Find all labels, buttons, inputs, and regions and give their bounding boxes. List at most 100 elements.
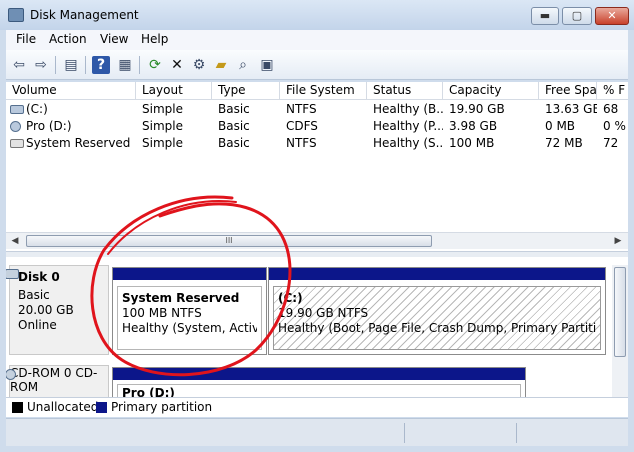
cell-layout: Simple [142, 136, 183, 150]
cell-percent-free: 72 [603, 136, 619, 150]
cell-volume: (C:) [26, 102, 48, 116]
status-bar [6, 418, 628, 446]
menu-help[interactable]: Help [141, 32, 168, 46]
cell-free-space: 13.63 GB [545, 102, 597, 116]
partition-body: Pro (D:) [117, 384, 521, 397]
cdrom-0-label[interactable]: CD-ROM 0 CD-ROM [6, 365, 109, 397]
help-icon[interactable]: ? [92, 56, 110, 74]
column-header-file-system[interactable]: File System [280, 82, 367, 100]
title-bar: Disk Management ▬ ▢ ✕ [0, 0, 634, 30]
partition-status: Healthy (Boot, Page File, Crash Dump, Pr… [278, 321, 596, 335]
scroll-left-icon[interactable]: ◀ [9, 235, 21, 247]
cell-capacity: 3.98 GB [449, 119, 498, 133]
partition-system-reserved[interactable]: System Reserved 100 MB NTFS Healthy (Sys… [112, 267, 267, 355]
vertical-scroll-thumb[interactable] [614, 267, 626, 357]
maximize-button[interactable]: ▢ [562, 7, 592, 25]
cell-file-system: NTFS [286, 136, 317, 150]
horizontal-scroll-thumb[interactable]: III [26, 235, 432, 247]
disk-0-state: Online [18, 318, 57, 332]
cell-file-system: NTFS [286, 102, 317, 116]
table-row[interactable]: Pro (D:) Simple Basic CDFS Healthy (P...… [6, 118, 628, 135]
cell-capacity: 100 MB [449, 136, 495, 150]
menu-file[interactable]: File [16, 32, 36, 46]
column-header-free-space[interactable]: Free Spa... [539, 82, 597, 100]
cell-volume: System Reserved [26, 136, 131, 150]
partition-title: Pro (D:) [122, 386, 175, 397]
legend: Unallocated Primary partition [6, 397, 628, 417]
column-header-capacity[interactable]: Capacity [443, 82, 539, 100]
status-separator [516, 423, 517, 443]
disk-0-type: Basic [18, 288, 50, 302]
disk-graphical-view: Disk 0 Basic 20.00 GB Online System Rese… [6, 257, 628, 397]
partition-type-bar [113, 368, 525, 380]
cell-type: Basic [218, 119, 250, 133]
scroll-right-icon[interactable]: ▶ [612, 235, 624, 247]
column-header-status[interactable]: Status [367, 82, 443, 100]
export-icon[interactable]: ▣ [258, 56, 276, 74]
menu-view[interactable]: View [100, 32, 128, 46]
partition-size: 19.90 GB NTFS [278, 306, 369, 320]
menu-action[interactable]: Action [49, 32, 87, 46]
partition-status: Healthy (System, Active, Pr [122, 321, 257, 335]
close-button[interactable]: ✕ [595, 7, 629, 25]
search-icon[interactable]: ⌕ [234, 56, 252, 74]
cell-layout: Simple [142, 119, 183, 133]
cell-file-system: CDFS [286, 119, 318, 133]
cell-type: Basic [218, 102, 250, 116]
volume-list: Volume Layout Type File System Status Ca… [6, 82, 628, 252]
column-header-type[interactable]: Type [212, 82, 280, 100]
disk-management-window: Disk Management ▬ ▢ ✕ File Action View H… [0, 0, 634, 452]
partition-title: (C:) [278, 291, 303, 305]
column-header-volume[interactable]: Volume [6, 82, 136, 100]
cell-layout: Simple [142, 102, 183, 116]
cell-percent-free: 68 [603, 102, 619, 116]
disk-management-app-icon [8, 8, 24, 22]
partition-body: (C:) 19.90 GB NTFS Healthy (Boot, Page F… [273, 286, 601, 350]
back-arrow-icon[interactable]: ⇦ [10, 56, 28, 74]
legend-label-primary: Primary partition [111, 400, 213, 414]
partition-title: System Reserved [122, 291, 240, 305]
list-horizontal-scrollbar[interactable]: ◀ III ▶ [6, 232, 628, 249]
delete-icon[interactable]: ✕ [168, 56, 186, 74]
legend-swatch-primary [96, 402, 107, 413]
list-header: Volume Layout Type File System Status Ca… [6, 82, 628, 100]
disk-0-label[interactable]: Disk 0 Basic 20.00 GB Online [6, 265, 109, 355]
cell-percent-free: 0 % [603, 119, 626, 133]
legend-label-unallocated: Unallocated [27, 400, 99, 414]
cell-free-space: 0 MB [545, 119, 576, 133]
partition-type-bar [269, 268, 605, 280]
table-row[interactable]: (C:) Simple Basic NTFS Healthy (B... 19.… [6, 101, 628, 118]
cell-free-space: 72 MB [545, 136, 583, 150]
open-folder-icon[interactable]: ▰ [212, 56, 230, 74]
table-row[interactable]: System Reserved Simple Basic NTFS Health… [6, 135, 628, 152]
refresh-icon[interactable]: ⟳ [146, 56, 164, 74]
legend-swatch-unallocated [12, 402, 23, 413]
cell-type: Basic [218, 136, 250, 150]
partition-c[interactable]: (C:) 19.90 GB NTFS Healthy (Boot, Page F… [268, 267, 606, 355]
column-header-layout[interactable]: Layout [136, 82, 212, 100]
disk-0-size: 20.00 GB [18, 303, 74, 317]
cell-status: Healthy (S... [373, 136, 443, 150]
partition-size: 100 MB NTFS [122, 306, 202, 320]
graph-vertical-scrollbar[interactable] [612, 265, 628, 397]
toolbar-separator [139, 56, 140, 74]
console-tree-icon[interactable]: ▤ [62, 56, 80, 74]
partition-type-bar [113, 268, 266, 280]
disk-0-name: Disk 0 [18, 270, 60, 284]
toolbar: ⇦ ⇨ ▤ ? ▦ ⟳ ✕ ⚙ ▰ ⌕ ▣ [6, 50, 628, 80]
menu-bar: File Action View Help [6, 30, 628, 50]
partition-pro-d[interactable]: Pro (D:) [112, 367, 526, 397]
settings-icon[interactable]: ⚙ [190, 56, 208, 74]
window-title: Disk Management [30, 8, 139, 22]
partition-body: System Reserved 100 MB NTFS Healthy (Sys… [117, 286, 262, 350]
cell-status: Healthy (B... [373, 102, 443, 116]
cell-status: Healthy (P... [373, 119, 443, 133]
minimize-button[interactable]: ▬ [531, 7, 559, 25]
cell-capacity: 19.90 GB [449, 102, 505, 116]
cell-volume: Pro (D:) [26, 119, 72, 133]
toolbar-separator [85, 56, 86, 74]
forward-arrow-icon[interactable]: ⇨ [32, 56, 50, 74]
properties-icon[interactable]: ▦ [116, 56, 134, 74]
column-header-percent-free[interactable]: % F [597, 82, 628, 100]
cdrom-0-name: CD-ROM 0 [10, 366, 72, 380]
